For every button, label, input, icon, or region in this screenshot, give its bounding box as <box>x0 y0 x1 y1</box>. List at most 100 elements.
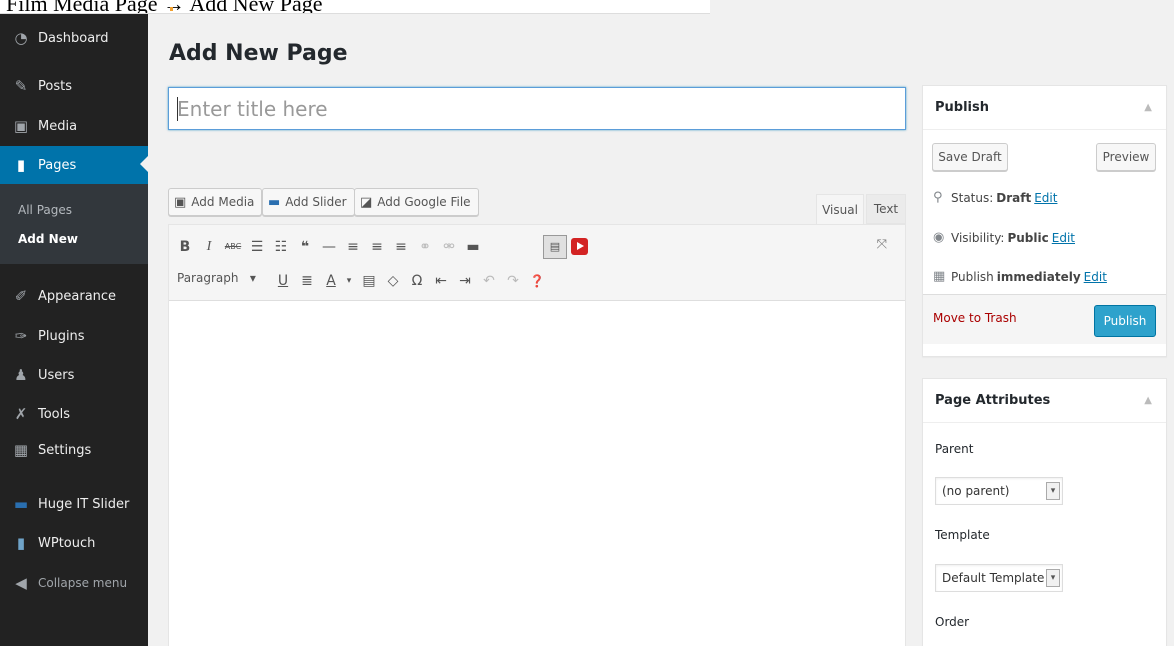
submenu-all-pages[interactable]: All Pages <box>18 203 72 217</box>
menu-huge-it-slider[interactable]: ▬ Huge IT Slider <box>0 486 148 522</box>
menu-settings[interactable]: ▦ Settings <box>0 432 148 468</box>
collapse-arrow-icon[interactable]: ▲ <box>1144 102 1152 113</box>
page-attributes-header[interactable]: Page Attributes ▲ <box>923 379 1166 423</box>
italic-icon[interactable]: I <box>199 237 219 257</box>
numbered-list-icon[interactable]: ☷ <box>271 237 291 257</box>
move-to-trash-link[interactable]: Move to Trash <box>933 311 1017 325</box>
menu-dashboard[interactable]: ◔ Dashboard <box>0 20 148 56</box>
menu-label: Plugins <box>38 328 85 344</box>
menu-label: Appearance <box>38 288 117 304</box>
menu-plugins[interactable]: ✑ Plugins <box>0 318 148 354</box>
schedule-label: Publish <box>951 269 994 284</box>
brush-icon: ✐ <box>14 287 28 305</box>
indent-icon[interactable]: ⇥ <box>455 271 475 291</box>
bullet-list-icon[interactable]: ☰ <box>247 237 267 257</box>
status-row: ⚲ Status: Draft Edit <box>933 190 1057 205</box>
align-center-icon[interactable]: ≡ <box>367 237 387 257</box>
read-more-icon[interactable]: ▬ <box>463 237 483 257</box>
chevron-down-icon: ▾ <box>1046 482 1060 500</box>
editor-toolbar: B I ABC ☰ ☷ ❝ — ≡ ≡ ≡ ⚭ ⚮ ▬ ▤ ⤧ Paragrap… <box>169 225 905 301</box>
unlink-icon[interactable]: ⚮ <box>439 237 459 257</box>
plug-icon: ✑ <box>14 327 28 345</box>
help-icon[interactable]: ❓ <box>527 271 547 291</box>
horizontal-line-icon[interactable]: — <box>319 237 339 257</box>
dashboard-icon: ◔ <box>14 29 28 47</box>
tutorial-caption: Film Media Page → Add New Page <box>0 0 710 14</box>
tab-text[interactable]: Text <box>866 194 906 224</box>
bold-icon[interactable]: B <box>175 237 195 257</box>
tab-visual[interactable]: Visual <box>816 194 864 224</box>
title-input[interactable]: Enter title here <box>168 87 906 130</box>
parent-select[interactable]: (no parent) ▾ <box>935 477 1063 505</box>
publish-button[interactable]: Publish <box>1094 305 1156 337</box>
menu-label: Dashboard <box>38 30 109 46</box>
page-title: Add New Page <box>169 41 348 66</box>
menu-posts[interactable]: ✎ Posts <box>0 68 148 104</box>
chevron-down-icon: ▾ <box>1046 569 1060 587</box>
slider-icon: ▬ <box>13 495 29 513</box>
template-select-value: Default Template <box>942 571 1045 585</box>
fullscreen-icon[interactable]: ⤧ <box>877 237 887 252</box>
add-slider-label: Add Slider <box>285 195 347 209</box>
page-attributes-box: Page Attributes ▲ Parent (no parent) ▾ T… <box>922 378 1167 646</box>
menu-wptouch[interactable]: ▮ WPtouch <box>0 525 148 561</box>
youtube-icon[interactable] <box>571 238 588 255</box>
menu-label: Users <box>38 367 75 383</box>
collapse-label: Collapse menu <box>38 576 128 590</box>
menu-appearance[interactable]: ✐ Appearance <box>0 278 148 314</box>
visibility-label: Visibility: <box>951 230 1005 245</box>
clear-formatting-icon[interactable]: ◇ <box>383 271 403 291</box>
publish-box-header[interactable]: Publish ▲ <box>923 86 1166 130</box>
add-slider-button[interactable]: ▬ Add Slider <box>262 188 355 216</box>
submenu-add-new[interactable]: Add New <box>18 232 78 246</box>
paste-text-icon[interactable]: ▤ <box>359 271 379 291</box>
settings-icon: ▦ <box>13 441 29 459</box>
menu-label: Huge IT Slider <box>38 496 130 512</box>
collapse-menu-button[interactable]: ◀ Collapse menu <box>0 565 148 601</box>
content-editor[interactable]: B I ABC ☰ ☷ ❝ — ≡ ≡ ≡ ⚭ ⚮ ▬ ▤ ⤧ Paragrap… <box>168 224 906 646</box>
menu-label: Pages <box>38 157 77 173</box>
text-caret <box>177 97 178 121</box>
users-icon: ♟ <box>14 366 28 384</box>
menu-label: Tools <box>38 406 71 422</box>
blockquote-icon[interactable]: ❝ <box>295 237 315 257</box>
outdent-icon[interactable]: ⇤ <box>431 271 451 291</box>
media-icon: ▣ <box>13 117 29 135</box>
menu-label: WPtouch <box>38 535 96 551</box>
save-draft-button[interactable]: Save Draft <box>932 143 1008 171</box>
template-label: Template <box>935 528 990 542</box>
edit-schedule-link[interactable]: Edit <box>1084 270 1107 284</box>
publish-box: Publish ▲ Save Draft Preview ⚲ Status: D… <box>922 85 1167 357</box>
add-media-button[interactable]: ▣ Add Media <box>168 188 263 216</box>
menu-users[interactable]: ♟ Users <box>0 357 148 393</box>
menu-media[interactable]: ▣ Media <box>0 108 148 144</box>
add-google-file-button[interactable]: ◪ Add Google File <box>354 188 479 216</box>
edit-visibility-link[interactable]: Edit <box>1052 231 1075 245</box>
status-value: Draft <box>996 190 1032 205</box>
visibility-value: Public <box>1007 230 1049 245</box>
text-color-dropdown-icon[interactable]: ▾ <box>339 271 359 291</box>
link-icon[interactable]: ⚭ <box>415 237 435 257</box>
text-color-icon[interactable]: A <box>321 271 341 291</box>
menu-label: Settings <box>38 442 92 458</box>
page-attributes-heading: Page Attributes <box>935 393 1051 408</box>
pages-icon: ▮ <box>16 156 26 174</box>
align-left-icon[interactable]: ≡ <box>343 237 363 257</box>
special-character-icon[interactable]: Ω <box>407 271 427 291</box>
align-right-icon[interactable]: ≡ <box>391 237 411 257</box>
undo-icon[interactable]: ↶ <box>479 271 499 291</box>
template-select[interactable]: Default Template ▾ <box>935 564 1063 592</box>
menu-pages[interactable]: ▮ Pages <box>0 146 148 184</box>
strikethrough-icon[interactable]: ABC <box>223 237 243 257</box>
edit-status-link[interactable]: Edit <box>1034 191 1057 205</box>
preview-button[interactable]: Preview <box>1096 143 1156 171</box>
collapse-arrow-icon[interactable]: ▲ <box>1144 395 1152 406</box>
justify-icon[interactable]: ≣ <box>297 271 317 291</box>
underline-icon[interactable]: U <box>273 271 293 291</box>
parent-label: Parent <box>935 442 974 456</box>
order-label: Order <box>935 615 970 629</box>
toolbar-toggle-icon[interactable]: ▤ <box>543 235 567 259</box>
format-select[interactable]: Paragraph ▾ <box>177 271 256 285</box>
menu-tools[interactable]: ✗ Tools <box>0 396 148 432</box>
redo-icon[interactable]: ↷ <box>503 271 523 291</box>
